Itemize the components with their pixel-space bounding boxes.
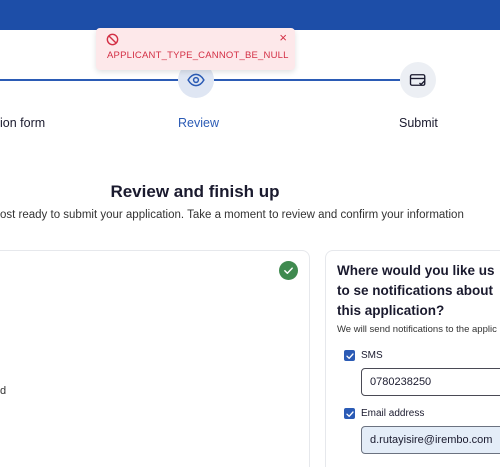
payment-card-icon [409,74,426,86]
step-submit-circle [400,62,436,98]
summary-partial-text: d [0,385,7,397]
page-title: Review and finish up [110,182,280,201]
ban-icon [106,33,119,46]
checkmark-icon [345,352,354,359]
step-label-submit: Submit [399,116,438,130]
toast-message: APPLICANT_TYPE_CANNOT_BE_NULL [107,50,289,61]
sms-phone-input[interactable] [361,368,500,396]
page-subtitle: ost ready to submit your application. Ta… [0,209,464,221]
top-header-bar [0,0,500,30]
eye-icon [187,73,205,87]
step-label-application-form: ion form [0,116,46,130]
check-circle-icon [279,261,298,280]
sms-checkbox[interactable] [344,350,355,361]
close-icon[interactable]: × [279,31,287,44]
email-input[interactable] [361,426,500,454]
checkmark-icon [345,410,354,417]
sms-label: SMS [361,350,383,361]
error-toast: × APPLICANT_TYPE_CANNOT_BE_NULL [96,28,295,70]
email-label: Email address [361,408,425,419]
application-summary-card [0,250,310,467]
notifications-heading: Where would you like us to se notificati… [337,263,495,318]
step-label-review: Review [178,116,219,130]
progress-line-next [214,79,400,81]
notifications-description: We will send notifications to the applic [337,324,497,335]
progress-line-completed [0,79,178,81]
email-checkbox[interactable] [344,408,355,419]
